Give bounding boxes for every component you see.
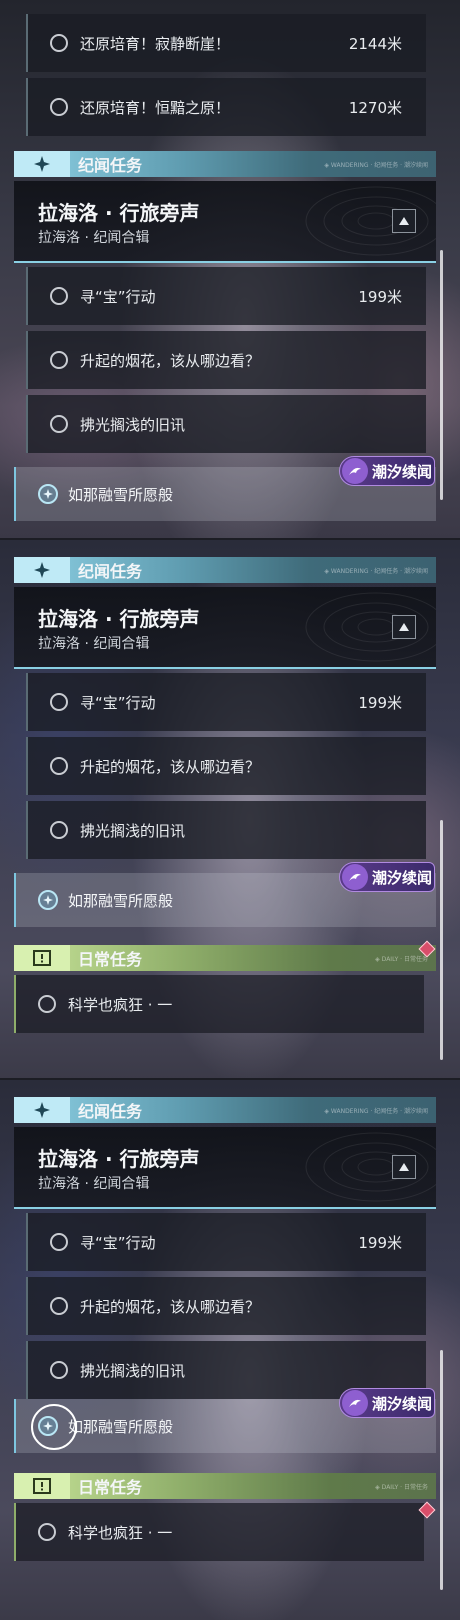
quest-label: 升起的烟花，该从哪边看？ [80,1297,261,1316]
triangle-up-icon[interactable] [392,615,416,639]
quest-distance: 2144米 [348,34,402,53]
tide-swirl-icon [342,1390,368,1416]
radio-circle-icon[interactable] [50,34,68,52]
section-fine-print: ◈ DAILY · 日常任务 [375,955,428,963]
exclamation-box-icon [14,945,70,971]
radio-circle-icon[interactable] [50,693,68,711]
card-subtitle: 拉海洛 · 纪闻合辑 [38,1176,150,1192]
quest-panel-1: 还原培育！寂静断崖！ 2144米 还原培育！恒黯之原！ 1270米 纪闻任务 ◈… [0,0,460,540]
radio-circle-icon[interactable] [50,287,68,305]
radio-circle-icon[interactable] [38,1523,56,1541]
quest-label: 寻“宝”行动 [80,1233,156,1252]
quest-item[interactable]: 寻“宝”行动 199米 [26,673,426,731]
radio-circle-icon[interactable] [50,351,68,369]
triangle-up-icon[interactable] [392,1155,416,1179]
section-header-story[interactable]: 纪闻任务 ◈ WANDERING · 纪闻任务 · 潮汐续闻 [14,557,436,583]
quest-label: 寻“宝”行动 [80,693,156,712]
section-header-story[interactable]: 纪闻任务 ◈ WANDERING · 纪闻任务 · 潮汐续闻 [14,151,436,177]
daily-quest-item[interactable]: 科学也疯狂 · 一 [14,975,424,1033]
quest-panel-2: 纪闻任务 ◈ WANDERING · 纪闻任务 · 潮汐续闻 拉海洛 · 行旅旁… [0,540,460,1080]
sparkle-icon [14,557,70,583]
section-title: 日常任务 [78,950,143,969]
quest-item[interactable]: 还原培育！恒黯之原！ 1270米 [26,78,426,136]
card-title: 拉海洛 · 行旅旁声 [38,1147,200,1171]
quest-label: 还原培育！寂静断崖！ [80,34,231,53]
section-fine-print: ◈ DAILY · 日常任务 [375,1483,428,1491]
card-title: 拉海洛 · 行旅旁声 [38,201,200,225]
tide-swirl-icon [342,864,368,890]
tracked-quest-label: 如那融雪所愿般 [68,891,174,910]
quest-item[interactable]: 拂光搁浅的旧讯 [26,801,426,859]
sparkle-icon [14,151,70,177]
selection-ring [31,1404,77,1450]
radio-circle-icon[interactable] [50,1233,68,1251]
section-title: 纪闻任务 [78,156,143,175]
quest-item[interactable]: 升起的烟花，该从哪边看？ [26,1277,426,1335]
section-title: 日常任务 [78,1478,143,1497]
quest-label: 拂光搁浅的旧讯 [80,415,186,434]
section-header-daily[interactable]: 日常任务 ◈ DAILY · 日常任务 [14,1473,436,1499]
sparkle-icon [14,1097,70,1123]
quest-label: 升起的烟花，该从哪边看？ [80,351,261,370]
section-title: 纪闻任务 [78,1102,143,1121]
quest-label: 升起的烟花，该从哪边看？ [80,757,261,776]
section-title: 纪闻任务 [78,562,143,581]
triangle-up-icon[interactable] [392,209,416,233]
quest-label: 科学也疯狂 · 一 [68,1523,173,1542]
card-subtitle: 拉海洛 · 纪闻合辑 [38,636,150,652]
card-title: 拉海洛 · 行旅旁声 [38,607,200,631]
quest-distance: 1270米 [348,98,402,117]
radio-circle-icon[interactable] [38,995,56,1013]
card-subtitle: 拉海洛 · 纪闻合辑 [38,230,150,246]
daily-quest-item[interactable]: 科学也疯狂 · 一 [14,1503,424,1561]
tracked-quest-label: 如那融雪所愿般 [68,1417,174,1436]
target-sparkle-icon [38,890,58,910]
quest-panel-3: 纪闻任务 ◈ WANDERING · 纪闻任务 · 潮汐续闻 拉海洛 · 行旅旁… [0,1080,460,1620]
scrollbar[interactable] [440,250,443,500]
exclamation-box-icon [14,1473,70,1499]
quest-chain-card[interactable]: 拉海洛 · 行旅旁声 拉海洛 · 纪闻合辑 [14,181,436,263]
quest-distance: 199米 [358,287,402,306]
quest-label: 拂光搁浅的旧讯 [80,1361,186,1380]
quest-label: 拂光搁浅的旧讯 [80,821,186,840]
section-fine-print: ◈ WANDERING · 纪闻任务 · 潮汐续闻 [324,1107,428,1115]
quest-item[interactable]: 寻“宝”行动 199米 [26,1213,426,1271]
section-fine-print: ◈ WANDERING · 纪闻任务 · 潮汐续闻 [324,161,428,169]
tide-badge: 潮汐续闻 [339,456,435,486]
section-fine-print: ◈ WANDERING · 纪闻任务 · 潮汐续闻 [324,567,428,575]
radio-circle-icon[interactable] [50,1297,68,1315]
quest-label: 科学也疯狂 · 一 [68,995,173,1014]
quest-item[interactable]: 升起的烟花，该从哪边看？ [26,331,426,389]
scrollbar[interactable] [440,1350,443,1590]
quest-item[interactable]: 寻“宝”行动 199米 [26,267,426,325]
badge-label: 潮汐续闻 [372,462,433,481]
tracked-quest-label: 如那融雪所愿般 [68,485,174,504]
tide-swirl-icon [342,458,368,484]
badge-label: 潮汐续闻 [372,868,433,887]
quest-distance: 199米 [358,1233,402,1252]
section-header-story[interactable]: 纪闻任务 ◈ WANDERING · 纪闻任务 · 潮汐续闻 [14,1097,436,1123]
section-header-daily[interactable]: 日常任务 ◈ DAILY · 日常任务 [14,945,436,971]
radio-circle-icon[interactable] [50,1361,68,1379]
quest-chain-card[interactable]: 拉海洛 · 行旅旁声 拉海洛 · 纪闻合辑 [14,1127,436,1209]
quest-label: 寻“宝”行动 [80,287,156,306]
tide-badge: 潮汐续闻 [339,862,435,892]
quest-chain-card[interactable]: 拉海洛 · 行旅旁声 拉海洛 · 纪闻合辑 [14,587,436,669]
quest-item[interactable]: 升起的烟花，该从哪边看？ [26,737,426,795]
radio-circle-icon[interactable] [50,757,68,775]
radio-circle-icon[interactable] [50,821,68,839]
tide-badge: 潮汐续闻 [339,1388,435,1418]
radio-circle-icon[interactable] [50,98,68,116]
quest-distance: 199米 [358,693,402,712]
radio-circle-icon[interactable] [50,415,68,433]
target-sparkle-icon [38,484,58,504]
quest-item[interactable]: 拂光搁浅的旧讯 [26,395,426,453]
badge-label: 潮汐续闻 [372,1394,433,1413]
quest-label: 还原培育！恒黯之原！ [80,98,231,117]
scrollbar[interactable] [440,820,443,1060]
quest-item[interactable]: 还原培育！寂静断崖！ 2144米 [26,14,426,72]
